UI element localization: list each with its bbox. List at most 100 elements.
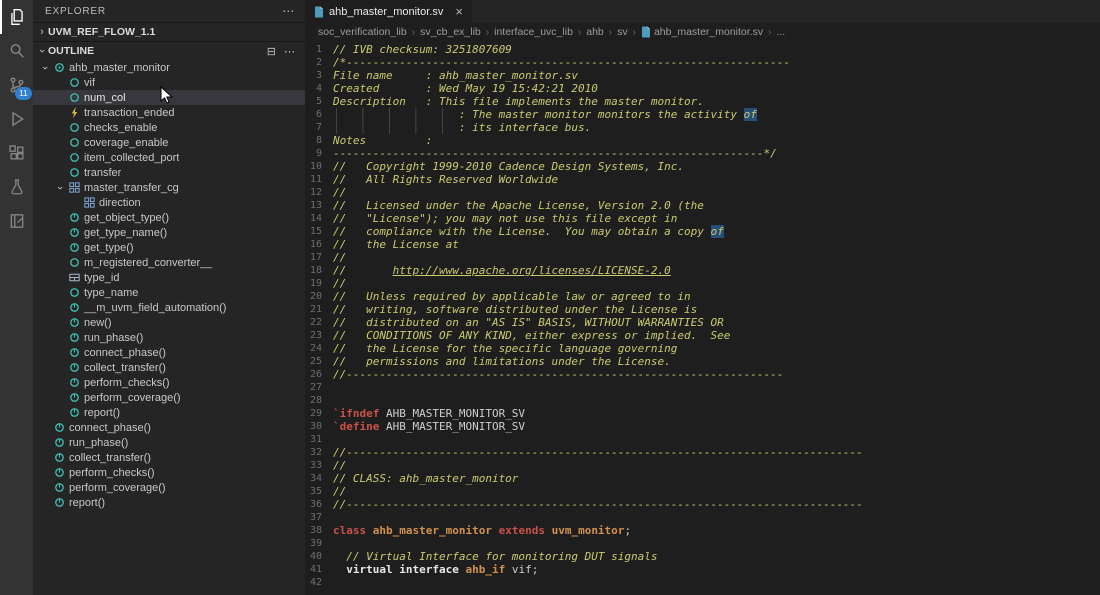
collapse-all-icon[interactable]: ⊟	[267, 45, 276, 58]
line-number: 18	[305, 264, 322, 277]
code-line[interactable]: 19//	[305, 277, 1100, 290]
code-line[interactable]: 5Description : This file implements the …	[305, 95, 1100, 108]
outline-item-transfer[interactable]: transfer	[33, 165, 305, 180]
outline-item-collect_transfer[interactable]: collect_transfer()	[33, 360, 305, 375]
more-actions-icon[interactable]: ⋯	[284, 45, 295, 58]
code-line[interactable]: 9---------------------------------------…	[305, 147, 1100, 160]
code-line[interactable]: 24// the License for the specific langua…	[305, 342, 1100, 355]
chevron-down-icon[interactable]: ›	[54, 182, 66, 194]
outline-item-ahb_master_monitor[interactable]: ›ahb_master_monitor	[33, 60, 305, 75]
close-icon[interactable]: ×	[455, 5, 463, 18]
code-line[interactable]: 18// http://www.apache.org/licenses/LICE…	[305, 264, 1100, 277]
breadcrumb-item[interactable]: soc_verification_lib	[318, 26, 407, 38]
code-line[interactable]: 28	[305, 394, 1100, 407]
breadcrumb-item[interactable]: interface_uvc_lib	[494, 26, 573, 38]
section-outline[interactable]: › OUTLINE ⊟ ⋯	[33, 41, 305, 60]
code-line[interactable]: 23// CONDITIONS OF ANY KIND, either expr…	[305, 329, 1100, 342]
breadcrumb-item[interactable]: ahb_master_monitor.sv	[641, 26, 763, 38]
code-line[interactable]: 41 virtual interface ahb_if vif;	[305, 563, 1100, 576]
outline-item-perform_checks[interactable]: perform_checks()	[33, 465, 305, 480]
outline-item-coverage_enable[interactable]: coverage_enable	[33, 135, 305, 150]
breadcrumb-item[interactable]: sv_cb_ex_lib	[420, 26, 481, 38]
outline-item-perform_coverage[interactable]: perform_coverage()	[33, 390, 305, 405]
code-line[interactable]: 30`define AHB_MASTER_MONITOR_SV	[305, 420, 1100, 433]
outline-item-perform_checks[interactable]: perform_checks()	[33, 375, 305, 390]
code-line[interactable]: 12//	[305, 186, 1100, 199]
activity-item-notebook[interactable]	[0, 204, 33, 238]
activity-item-testing[interactable]	[0, 170, 33, 204]
code-line[interactable]: 38class ahb_master_monitor extends uvm_m…	[305, 524, 1100, 537]
code-line[interactable]: 2/*-------------------------------------…	[305, 56, 1100, 69]
code-line[interactable]: 32//------------------------------------…	[305, 446, 1100, 459]
more-actions-icon[interactable]: ⋯	[282, 4, 295, 18]
outline-item-report[interactable]: report()	[33, 405, 305, 420]
outline-item-new[interactable]: new()	[33, 315, 305, 330]
code-line[interactable]: 35//	[305, 485, 1100, 498]
code-line[interactable]: 14// "License"); you may not use this fi…	[305, 212, 1100, 225]
code-line[interactable]: 36//------------------------------------…	[305, 498, 1100, 511]
search-icon	[8, 42, 26, 60]
outline-item-get_type_name[interactable]: get_type_name()	[33, 225, 305, 240]
code-line[interactable]: 29`ifndef AHB_MASTER_MONITOR_SV	[305, 407, 1100, 420]
outline-item-run_phase[interactable]: run_phase()	[33, 330, 305, 345]
code-line[interactable]: 17//	[305, 251, 1100, 264]
code-line-content: │ │ │ │ │ : its interface bus.	[333, 121, 591, 134]
outline-item-get_type[interactable]: get_type()	[33, 240, 305, 255]
outline-item-item_collected_port[interactable]: item_collected_port	[33, 150, 305, 165]
code-line[interactable]: 7│ │ │ │ │ : its interface bus.	[305, 121, 1100, 134]
code-line[interactable]: 39	[305, 537, 1100, 550]
code-line[interactable]: 15// compliance with the License. You ma…	[305, 225, 1100, 238]
section-uvm-ref-flow[interactable]: › UVM_REF_FLOW_1.1	[33, 22, 305, 41]
code-line[interactable]: 40 // Virtual Interface for monitoring D…	[305, 550, 1100, 563]
code-line[interactable]: 4Created : Wed May 19 15:42:21 2010	[305, 82, 1100, 95]
outline-item-m_registered_converter__[interactable]: m_registered_converter__	[33, 255, 305, 270]
code-line[interactable]: 27	[305, 381, 1100, 394]
code-line[interactable]: 10// Copyright 1999-2010 Cadence Design …	[305, 160, 1100, 173]
code-line[interactable]: 16// the License at	[305, 238, 1100, 251]
breadcrumb-item[interactable]: sv	[617, 26, 628, 38]
extensions-icon	[8, 144, 26, 162]
code-line[interactable]: 37	[305, 511, 1100, 524]
breadcrumb-item[interactable]: ahb	[586, 26, 604, 38]
code-line[interactable]: 20// Unless required by applicable law o…	[305, 290, 1100, 303]
outline-item-connect_phase[interactable]: connect_phase()	[33, 345, 305, 360]
outline-item-direction[interactable]: direction	[33, 195, 305, 210]
code-line[interactable]: 1// IVB checksum: 3251807609	[305, 43, 1100, 56]
code-line[interactable]: 11// All Rights Reserved Worldwide	[305, 173, 1100, 186]
breadcrumb-item[interactable]: ...	[776, 26, 785, 38]
tab-ahb-master-monitor[interactable]: ahb_master_monitor.sv ×	[305, 0, 472, 23]
outline-item-connect_phase[interactable]: connect_phase()	[33, 420, 305, 435]
outline-item-transaction_ended[interactable]: transaction_ended	[33, 105, 305, 120]
outline-item-type_id[interactable]: type_id	[33, 270, 305, 285]
code-line[interactable]: 21// writing, software distributed under…	[305, 303, 1100, 316]
outline-item-checks_enable[interactable]: checks_enable	[33, 120, 305, 135]
outline-item-get_object_type[interactable]: get_object_type()	[33, 210, 305, 225]
outline-item-report[interactable]: report()	[33, 495, 305, 510]
code-line[interactable]: 22// distributed on an "AS IS" BASIS, WI…	[305, 316, 1100, 329]
outline-item-__m_uvm_field_automation[interactable]: __m_uvm_field_automation()	[33, 300, 305, 315]
vscode-window: 11 EXPLORER ⋯ › UVM_REF_FLOW_1.1 › OUTLI…	[0, 0, 1100, 595]
outline-item-type_name[interactable]: type_name	[33, 285, 305, 300]
outline-item-perform_coverage[interactable]: perform_coverage()	[33, 480, 305, 495]
activity-item-run-and-debug[interactable]	[0, 102, 33, 136]
code-line[interactable]: 3File name : ahb_master_monitor.sv	[305, 69, 1100, 82]
outline-item-run_phase[interactable]: run_phase()	[33, 435, 305, 450]
code-line[interactable]: 25// permissions and limitations under t…	[305, 355, 1100, 368]
activity-item-extensions[interactable]	[0, 136, 33, 170]
chevron-down-icon[interactable]: ›	[39, 62, 51, 74]
outline-item-num_col[interactable]: num_col	[33, 90, 305, 105]
outline-item-vif[interactable]: vif	[33, 75, 305, 90]
activity-item-source-control[interactable]: 11	[0, 68, 33, 102]
code-line[interactable]: 26//------------------------------------…	[305, 368, 1100, 381]
code-line[interactable]: 34// CLASS: ahb_master_monitor	[305, 472, 1100, 485]
code-line[interactable]: 6│ │ │ │ │ : The master monitor monitors…	[305, 108, 1100, 121]
activity-item-explorer[interactable]	[0, 0, 33, 34]
code-line[interactable]: 31	[305, 433, 1100, 446]
code-line[interactable]: 33//	[305, 459, 1100, 472]
activity-item-search[interactable]	[0, 34, 33, 68]
outline-item-collect_transfer[interactable]: collect_transfer()	[33, 450, 305, 465]
code-line[interactable]: 42	[305, 576, 1100, 589]
code-line[interactable]: 13// Licensed under the Apache License, …	[305, 199, 1100, 212]
code-line[interactable]: 8Notes :	[305, 134, 1100, 147]
outline-item-master_transfer_cg[interactable]: ›master_transfer_cg	[33, 180, 305, 195]
